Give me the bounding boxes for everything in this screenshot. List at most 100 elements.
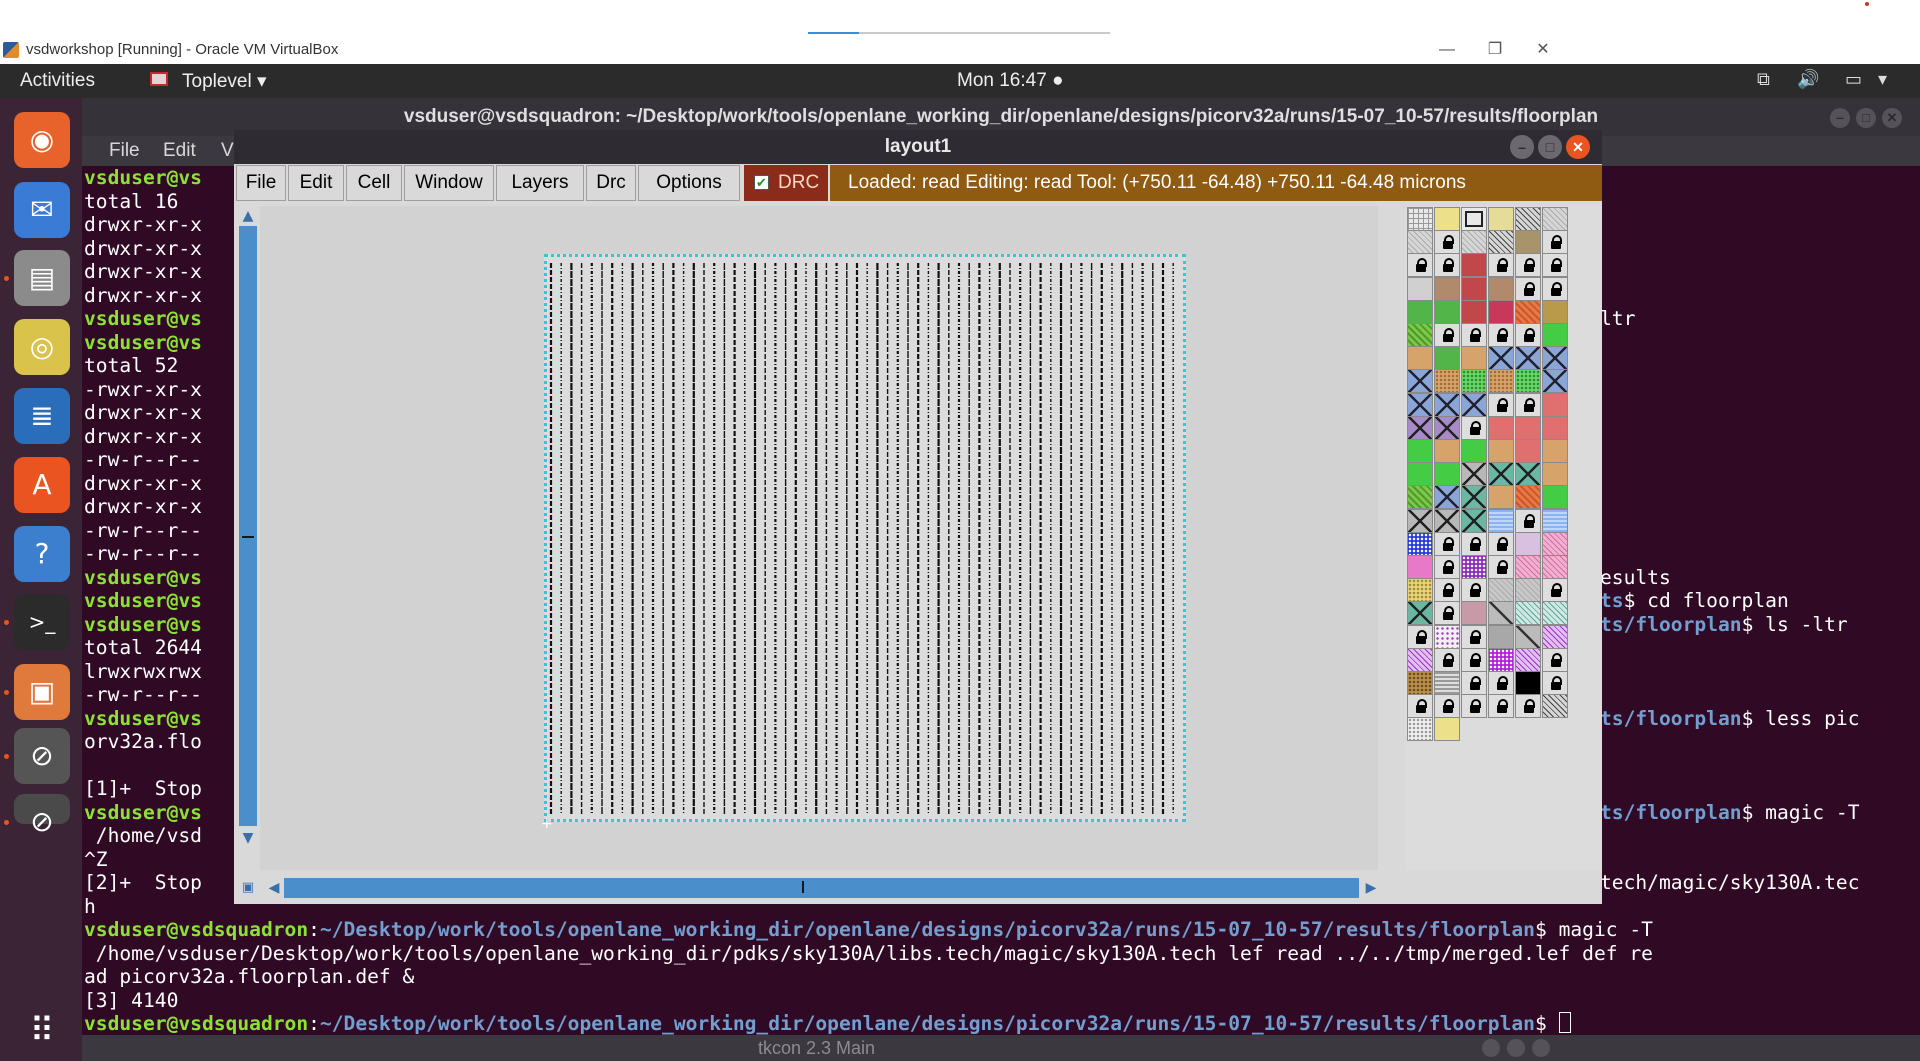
layer-swatch-green[interactable] [1434,346,1460,371]
layer-swatch-crimson[interactable] [1488,299,1514,324]
layer-swatch-box[interactable] [1461,207,1487,231]
layer-lock-icon[interactable] [1461,694,1487,719]
layer-lock-icon[interactable] [1488,671,1514,695]
host-minimize-button[interactable]: — [1424,38,1470,64]
layer-swatch-salmon[interactable] [1488,415,1514,440]
layer-swatch-salmon[interactable] [1542,392,1568,417]
layer-lock-icon[interactable] [1515,694,1541,719]
app-menu-button[interactable]: Toplevel ▾ [182,70,267,93]
scroll-down-arrow-icon[interactable]: ▼ [239,828,257,848]
layer-swatch-salmon[interactable] [1542,415,1568,440]
dock-rhythmbox-icon[interactable]: ◎ [14,319,70,375]
layer-swatch-brightgreen[interactable] [1407,462,1433,487]
layer-swatch-xteal[interactable] [1488,462,1514,487]
magic-maximize-button[interactable]: □ [1538,135,1562,159]
layout-canvas[interactable]: + [260,206,1378,870]
layer-lock-icon[interactable] [1461,671,1487,695]
layer-swatch-pinkh[interactable] [1542,555,1568,579]
layer-lock-icon[interactable] [1434,694,1460,719]
layer-swatch-lilac[interactable] [1515,531,1541,556]
layer-lock-icon[interactable] [1488,323,1514,347]
layer-swatch-violet[interactable] [1515,647,1541,672]
dock-thunderbird-icon[interactable]: ✉ [14,182,70,238]
magic-menu-window[interactable]: Window [404,165,494,201]
magic-menu-file[interactable]: File [236,165,286,201]
layer-swatch-xblue[interactable] [1542,369,1568,394]
layer-swatch-lightblue[interactable] [1542,508,1568,533]
layer-swatch-tealh[interactable] [1542,601,1568,626]
layer-swatch-red[interactable] [1461,276,1487,301]
layer-palette[interactable] [1406,206,1602,870]
dock-firefox-icon[interactable]: ◉ [14,112,70,168]
magic-layout-window[interactable]: layout1 – □ ✕ File Edit Cell Window Laye… [234,130,1602,904]
layer-lock-icon[interactable] [1461,323,1487,347]
layer-swatch-salmon[interactable] [1515,415,1541,440]
layer-lock-icon[interactable] [1542,578,1568,603]
layer-lock-icon[interactable] [1434,323,1460,347]
layer-swatch-violet[interactable] [1542,624,1568,649]
layer-swatch-xgray[interactable] [1407,508,1433,533]
layer-swatch-black[interactable] [1515,671,1541,695]
zoom-box-button[interactable]: ▣ [239,878,257,898]
layer-swatch-yellow[interactable] [1434,207,1460,231]
layer-lock-icon[interactable] [1434,555,1460,579]
scroll-right-arrow-icon[interactable]: ▶ [1361,878,1381,898]
terminal-menu-edit[interactable]: Edit [163,140,196,162]
layer-swatch-brightgreen[interactable] [1434,462,1460,487]
layer-swatch-grid[interactable] [1407,207,1433,231]
layer-swatch-xpurple[interactable] [1407,415,1433,440]
system-menu-chevron-icon[interactable]: ▾ [1878,69,1887,90]
host-close-button[interactable]: ✕ [1520,38,1566,64]
clock-button[interactable]: Mon 16:47 ● [957,70,1064,92]
layer-swatch-dotpurple[interactable] [1434,624,1460,649]
layer-swatch-brownbrick[interactable] [1407,671,1433,695]
layer-swatch-sand[interactable] [1434,439,1460,463]
layer-swatch-pinkh[interactable] [1515,555,1541,579]
layer-lock-icon[interactable] [1434,253,1460,278]
tkcon-minimize-button[interactable] [1482,1039,1500,1057]
magic-menu-layers[interactable]: Layers [496,165,584,201]
layer-swatch-pinkh[interactable] [1542,531,1568,556]
layer-swatch-xblue[interactable] [1407,392,1433,417]
terminal-minimize-button[interactable]: – [1830,108,1850,128]
magic-minimize-button[interactable]: – [1510,135,1534,159]
layer-swatch-sand[interactable] [1488,439,1514,463]
layer-swatch-xblue[interactable] [1488,346,1514,371]
terminal-maximize-button[interactable]: □ [1856,108,1876,128]
layer-swatch-diag[interactable] [1488,601,1514,626]
layer-swatch-xblue[interactable] [1434,485,1460,510]
layer-swatch-graydot[interactable] [1515,578,1541,603]
layer-swatch-yellow[interactable] [1434,717,1460,742]
layer-swatch-hatch[interactable] [1488,230,1514,255]
layer-lock-icon[interactable] [1542,647,1568,672]
layer-lock-icon[interactable] [1434,601,1460,626]
layer-swatch-brightgreen[interactable] [1542,485,1568,510]
layer-lock-icon[interactable] [1515,323,1541,347]
layer-swatch-hatchl[interactable] [1407,230,1433,255]
layer-swatch-graydot[interactable] [1488,578,1514,603]
layer-lock-icon[interactable] [1515,508,1541,533]
layer-swatch-orange[interactable] [1515,485,1541,510]
layer-swatch-lime[interactable] [1407,485,1433,510]
layer-lock-icon[interactable] [1488,253,1514,278]
layer-swatch-green[interactable] [1434,299,1460,324]
layer-lock-icon[interactable] [1461,415,1487,440]
dock-files-icon[interactable]: ▤ [14,250,70,306]
layer-swatch-sand[interactable] [1488,485,1514,510]
layer-swatch-purple[interactable] [1461,555,1487,579]
power-icon[interactable]: ▭ [1845,69,1862,90]
layer-swatch-yellowdot[interactable] [1407,578,1433,603]
layer-swatch-navy[interactable] [1407,531,1433,556]
layer-lock-icon[interactable] [1488,555,1514,579]
layer-swatch-sand[interactable] [1542,462,1568,487]
tkcon-window-titlebar[interactable]: tkcon 2.3 Main [82,1035,1920,1061]
layer-lock-icon[interactable] [1515,276,1541,301]
layer-lock-icon[interactable] [1461,624,1487,649]
layer-swatch-hatch[interactable] [1515,207,1541,231]
network-icon[interactable]: ⧉ [1757,69,1770,90]
layer-swatch-xblue[interactable] [1461,392,1487,417]
layer-lock-icon[interactable] [1461,578,1487,603]
layer-lock-icon[interactable] [1488,392,1514,417]
terminal-menu-file[interactable]: File [109,140,140,162]
activities-button[interactable]: Activities [20,70,95,92]
